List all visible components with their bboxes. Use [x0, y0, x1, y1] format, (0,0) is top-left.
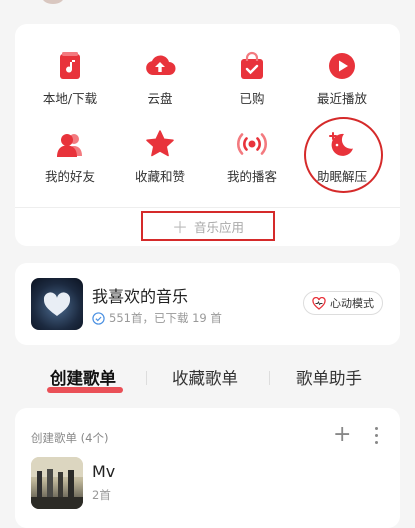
created-playlists-card: 创建歌单 (4个) + Mv 2首: [15, 408, 400, 528]
friends-icon: [57, 134, 82, 157]
avatar[interactable]: [42, 0, 64, 4]
top-strip: [0, 0, 415, 10]
add-playlist-icon[interactable]: +: [333, 424, 351, 446]
heartbeat-icon: [312, 296, 326, 310]
heart-mode-button[interactable]: 心动模式: [303, 291, 383, 315]
app-label: 已购: [239, 91, 265, 106]
sleep-relax-highlight-circle: [304, 117, 383, 193]
app-label: 我的播客: [226, 169, 277, 184]
liked-music-title: 我喜欢的音乐: [92, 287, 189, 306]
playlist-title: Mv: [92, 462, 116, 481]
liked-music-cover: [31, 278, 83, 330]
tab-playlist-assistant[interactable]: 歌单助手: [296, 365, 362, 389]
liked-music-card[interactable]: 我喜欢的音乐 551首，已下载 19 首 心动模式: [15, 263, 400, 345]
app-cloud-drive[interactable]: 云盘: [115, 50, 205, 120]
playlist-section-header: 创建歌单 (4个): [31, 431, 109, 445]
tab-created-playlists[interactable]: 创建歌单: [50, 365, 116, 389]
app-local-download[interactable]: 本地/下载: [25, 50, 115, 120]
playlist-cover: [31, 457, 83, 509]
shopping-bag-icon: [241, 51, 263, 79]
playlist-tabs: 创建歌单 收藏歌单 歌单助手: [0, 365, 415, 399]
playlist-count: 2首: [92, 488, 111, 502]
app-favorites-likes[interactable]: 收藏和赞: [115, 128, 205, 198]
app-label: 云盘: [147, 91, 173, 106]
app-label: 最近播放: [316, 91, 367, 106]
heart-cover-icon: [43, 292, 71, 316]
cloud-upload-icon: [146, 55, 176, 75]
app-purchased[interactable]: 已购: [207, 50, 297, 120]
music-apps-button[interactable]: ＋ 音乐应用: [141, 211, 275, 241]
check-badge-icon: [92, 311, 105, 325]
app-label: 收藏和赞: [134, 169, 185, 184]
plus-icon: ＋: [171, 218, 188, 237]
tab-separator: [269, 371, 270, 385]
app-label: 本地/下载: [42, 91, 98, 106]
music-file-icon: [60, 52, 80, 79]
app-recent-play[interactable]: 最近播放: [297, 50, 387, 120]
more-options-icon[interactable]: [375, 427, 379, 445]
star-icon: [146, 130, 174, 157]
play-circle-icon: [329, 53, 355, 79]
tab-separator: [146, 371, 147, 385]
liked-music-count: 551首，已下载 19 首: [109, 311, 222, 325]
divider: [15, 207, 400, 208]
quick-apps-card: 本地/下载 云盘 已购 最近播放 我的好友 收藏和赞 我的播客 助眠解压 ＋ 音…: [15, 24, 400, 246]
heart-mode-label: 心动模式: [330, 297, 374, 310]
app-friends[interactable]: 我的好友: [25, 128, 115, 198]
broadcast-icon: [237, 133, 267, 155]
playlist-cover-image: [31, 457, 83, 509]
music-apps-label: 音乐应用: [194, 219, 245, 235]
liked-music-subtitle: 551首，已下载 19 首: [92, 310, 222, 326]
tab-collected-playlists[interactable]: 收藏歌单: [172, 365, 238, 389]
app-label: 我的好友: [44, 169, 95, 184]
app-my-podcast[interactable]: 我的播客: [207, 128, 297, 198]
